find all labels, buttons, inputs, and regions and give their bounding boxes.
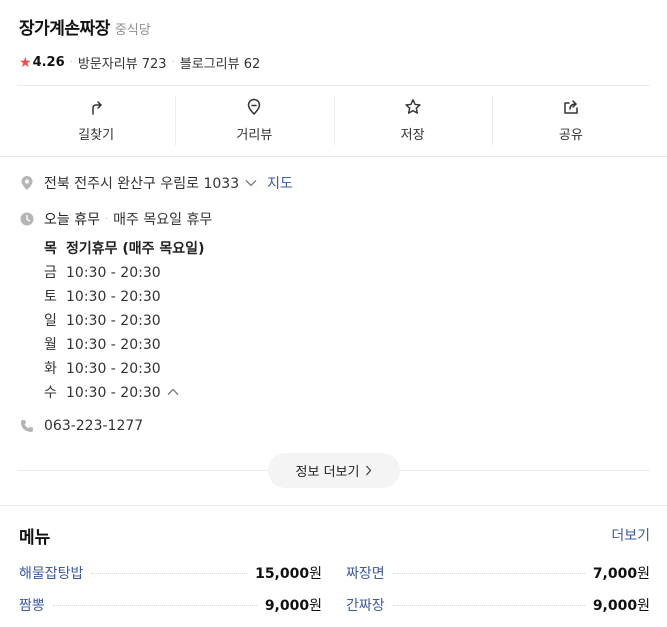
hours-row: 수 10:30 - 20:30 (44, 381, 204, 405)
map-link[interactable]: 지도 (267, 173, 293, 193)
location-pin-icon (20, 176, 34, 190)
hours-time: 정기휴무 (매주 목요일) (66, 241, 205, 257)
hours-day: 화 (44, 361, 57, 377)
hours-time: 10:30 - 20:30 (66, 385, 161, 401)
hours-row: 화 10:30 - 20:30 (44, 357, 204, 381)
hours-row: 목 정기휴무 (매주 목요일) (44, 237, 204, 261)
closed-note: 매주 목요일 휴무 (113, 212, 213, 228)
leader-dots (52, 604, 257, 606)
business-hours: 목 정기휴무 (매주 목요일) 금 10:30 - 20:30 토 10:30 … (44, 237, 204, 405)
star-outline-icon (404, 99, 421, 114)
phone-icon (20, 419, 34, 433)
menu-more-link[interactable]: 더보기 (611, 525, 650, 545)
place-name: 장가계손짜장 (19, 19, 110, 39)
leader-dots (91, 572, 248, 574)
clock-icon (20, 212, 34, 226)
share-button[interactable]: 공유 (491, 86, 650, 155)
leader-dots (392, 604, 585, 606)
menu-item-name[interactable]: 간짜장 (346, 595, 385, 615)
menu-item-name[interactable]: 짜장면 (346, 563, 385, 583)
blog-reviews-link[interactable]: 블로그리뷰 62 (180, 53, 260, 72)
save-label: 저장 (400, 128, 425, 143)
hours-time: 10:30 - 20:30 (66, 337, 161, 353)
separator-dot: · (171, 57, 175, 68)
hours-time: 10:30 - 20:30 (66, 265, 161, 281)
business-status-row: 오늘 휴무 · 매주 목요일 휴무 (20, 209, 212, 229)
menu-item-name[interactable]: 짬뽕 (19, 595, 45, 615)
menu-item-price: 9,000원 (264, 598, 322, 614)
place-header: 장가계손짜장 중식당 ★ 4.26 · 방문자리뷰 723 · 블로그리뷰 62 (19, 14, 648, 72)
section-divider (0, 505, 667, 506)
rating-score: 4.26 (32, 55, 65, 70)
save-button[interactable]: 저장 (333, 86, 492, 155)
separator-dot: · (69, 57, 73, 68)
directions-button[interactable]: 길찾기 (17, 86, 175, 155)
address-row: 전북 전주시 완산구 우림로 1033 지도 (20, 173, 293, 193)
more-info-label: 정보 더보기 (295, 465, 360, 480)
hours-time: 10:30 - 20:30 (66, 313, 161, 329)
star-icon: ★ (19, 54, 32, 71)
menu-title: 메뉴 (19, 528, 51, 548)
directions-icon (92, 101, 102, 115)
share-label: 공유 (558, 128, 583, 143)
menu-item[interactable]: 간짜장 9,000원 (346, 595, 650, 615)
menu-item[interactable]: 짜장면 7,000원 (346, 563, 650, 583)
menu-item-name[interactable]: 해물잡탕밥 (19, 563, 83, 583)
directions-label: 길찾기 (78, 128, 115, 143)
visitor-reviews-link[interactable]: 방문자리뷰 723 (78, 53, 167, 72)
hours-row: 일 10:30 - 20:30 (44, 309, 204, 333)
menu-item-price: 7,000원 (592, 566, 650, 582)
hours-day: 금 (44, 265, 57, 281)
street-view-icon (248, 98, 261, 115)
hours-day: 목 (44, 241, 57, 257)
menu-item[interactable]: 짬뽕 9,000원 (19, 595, 322, 615)
chevron-down-icon[interactable] (245, 177, 257, 190)
hours-day: 월 (44, 337, 57, 353)
menu-item[interactable]: 해물잡탕밥 15,000원 (19, 563, 322, 583)
hours-day: 토 (44, 289, 57, 305)
leader-dots (392, 572, 585, 574)
chevron-up-icon[interactable] (167, 381, 179, 405)
place-category: 중식당 (114, 23, 151, 38)
more-info-button[interactable]: 정보 더보기 (268, 453, 400, 488)
phone-row: 063-223-1277 (20, 418, 143, 434)
action-bar: 길찾기 거리뷰 저장 공유 (17, 85, 650, 155)
street-view-button[interactable]: 거리뷰 (175, 86, 333, 155)
today-status: 오늘 휴무 (44, 212, 100, 228)
rating-row: ★ 4.26 · 방문자리뷰 723 · 블로그리뷰 62 (19, 53, 648, 73)
title-row: 장가계손짜장 중식당 (19, 14, 648, 39)
hours-row: 금 10:30 - 20:30 (44, 261, 204, 285)
street-view-label: 거리뷰 (236, 128, 273, 143)
hours-day: 수 (44, 385, 57, 401)
hours-time: 10:30 - 20:30 (66, 289, 161, 305)
separator-dot: · (104, 213, 109, 225)
chevron-right-icon (366, 465, 372, 476)
hours-row: 월 10:30 - 20:30 (44, 333, 204, 357)
menu-item-price: 9,000원 (592, 598, 650, 614)
hours-time: 10:30 - 20:30 (66, 361, 161, 377)
menu-item-price: 15,000원 (255, 566, 322, 582)
divider (0, 156, 667, 157)
hours-day: 일 (44, 313, 57, 329)
hours-row: 토 10:30 - 20:30 (44, 285, 204, 309)
share-icon (564, 100, 578, 114)
address-text: 전북 전주시 완산구 우림로 1033 (44, 176, 240, 192)
phone-number[interactable]: 063-223-1277 (44, 418, 143, 434)
